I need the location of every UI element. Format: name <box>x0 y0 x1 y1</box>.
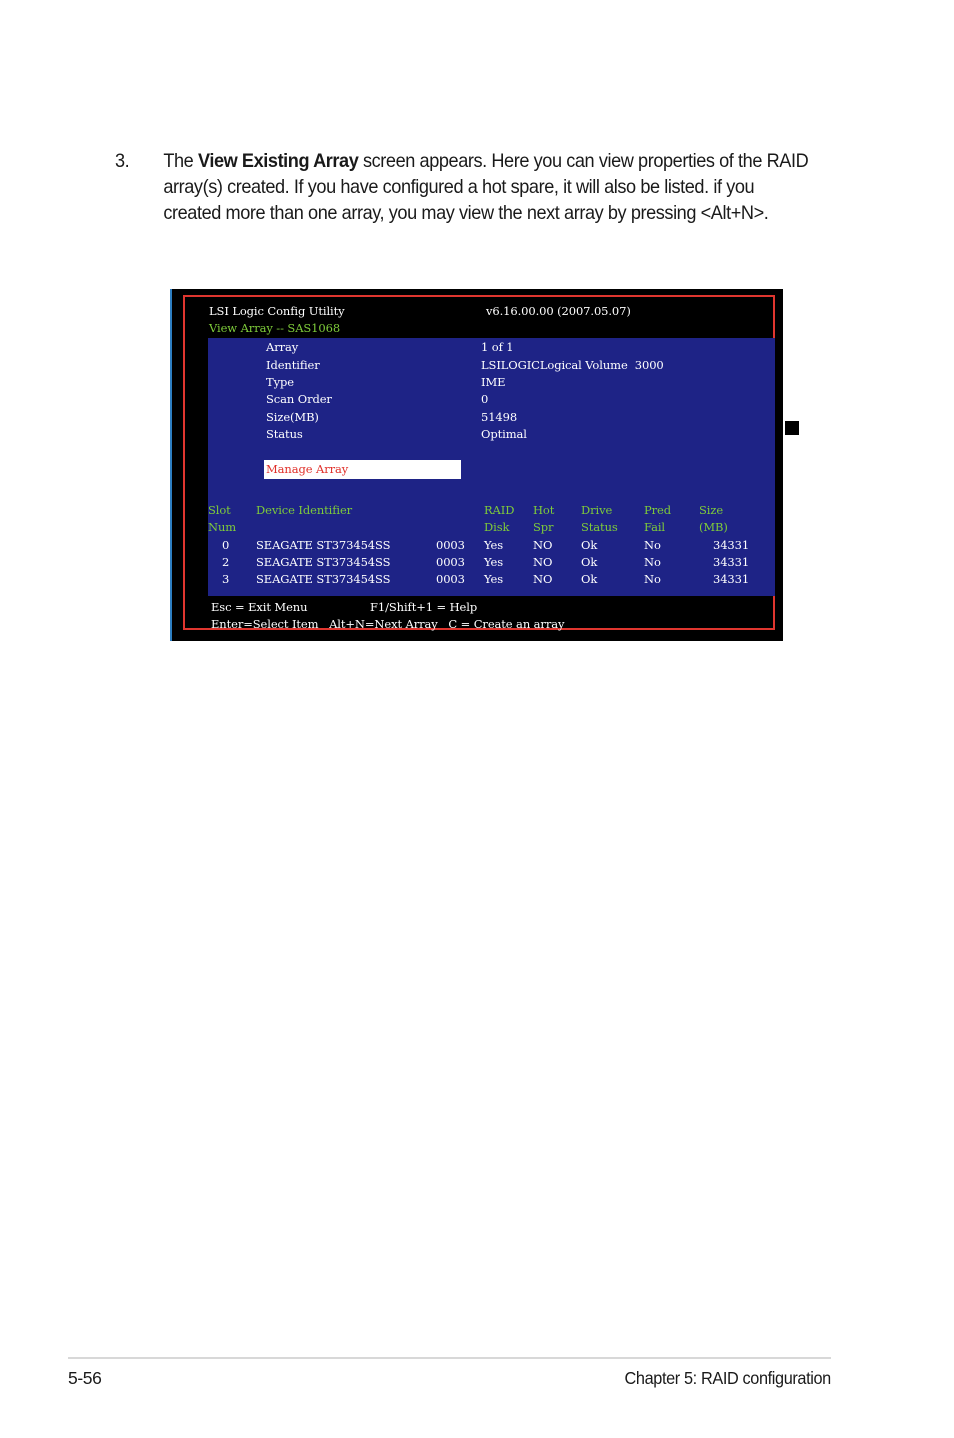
cell-status: Ok <box>581 555 598 569</box>
cell-size: 34331 <box>713 555 750 569</box>
cell-raid: Yes <box>484 572 503 586</box>
col-header-size: Size <box>699 503 724 517</box>
prop-label-type: Type <box>266 375 294 389</box>
col-header-hot: Hot <box>533 503 555 517</box>
cell-hot: NO <box>533 538 553 552</box>
utility-title: LSI Logic Config Utility <box>209 304 345 318</box>
footer-keys-hint: Enter=Select Item Alt+N=Next Array C = C… <box>211 617 565 631</box>
col-header-slot: Slot <box>208 503 231 517</box>
step-text-bold: View Existing Array <box>197 150 359 172</box>
col-header-pred: Pred <box>644 503 672 517</box>
col-header-device: Device Identifier <box>256 503 353 517</box>
utility-frame: LSI Logic Config Utility v6.16.00.00 (20… <box>183 295 799 631</box>
col-header-slot-2: Num <box>208 520 237 534</box>
array-panel: Array 1 of 1 Identifier LSILOGICLogical … <box>208 338 799 613</box>
cell-rev: 0003 <box>436 555 465 569</box>
prop-value-status: Optimal <box>481 427 527 441</box>
utility-version: v6.16.00.00 (2007.05.07) <box>486 304 631 318</box>
prop-value-scan-order: 0 <box>481 392 489 406</box>
col-header-hot-2: Spr <box>533 520 554 534</box>
prop-value-size: 51498 <box>481 410 518 424</box>
prop-label-status: Status <box>266 427 303 441</box>
prop-label-scan-order: Scan Order <box>266 392 332 406</box>
cell-pred: No <box>644 555 661 569</box>
manage-array-button[interactable]: Manage Array <box>264 460 461 479</box>
col-header-drive: Drive <box>581 503 613 517</box>
cell-pred: No <box>644 538 661 552</box>
cell-slot: 3 <box>222 572 230 586</box>
prop-value-array: 1 of 1 <box>481 340 514 354</box>
col-header-raid: RAID <box>484 503 515 517</box>
footer-esc-hint: Esc = Exit Menu <box>211 600 308 614</box>
col-header-raid-2: Disk <box>484 520 510 534</box>
view-subtitle: View Array -- SAS1068 <box>209 321 341 335</box>
col-header-drive-2: Status <box>581 520 618 534</box>
prop-value-type: IME <box>481 375 506 389</box>
prop-label-size: Size(MB) <box>266 410 319 424</box>
page-number: 5-56 <box>68 1368 102 1388</box>
scrollbar[interactable] <box>785 404 799 613</box>
cell-device: SEAGATE ST373454SS <box>256 572 391 586</box>
cell-rev: 0003 <box>436 538 465 552</box>
footer-help-hint: F1/Shift+1 = Help <box>370 600 478 614</box>
col-header-pred-2: Fail <box>644 520 666 534</box>
scrollbar-thumb[interactable] <box>785 421 799 435</box>
cell-hot: NO <box>533 555 553 569</box>
cell-raid: Yes <box>484 538 503 552</box>
cell-status: Ok <box>581 572 598 586</box>
cell-device: SEAGATE ST373454SS <box>256 555 391 569</box>
col-header-size-2: (MB) <box>699 520 728 534</box>
cell-status: Ok <box>581 538 598 552</box>
cell-hot: NO <box>533 572 553 586</box>
cell-device: SEAGATE ST373454SS <box>256 538 391 552</box>
step-text-lead: The <box>163 150 198 172</box>
cell-size: 34331 <box>713 572 750 586</box>
cell-slot: 2 <box>222 555 230 569</box>
cell-rev: 0003 <box>436 572 465 586</box>
cell-pred: No <box>644 572 661 586</box>
step-text: The View Existing Array screen appears. … <box>163 148 814 226</box>
cell-raid: Yes <box>484 555 503 569</box>
prop-label-identifier: Identifier <box>266 358 320 372</box>
step-number: 3. <box>115 150 130 172</box>
footer-divider <box>68 1357 831 1359</box>
prop-value-identifier: LSILOGICLogical Volume 3000 <box>481 358 664 372</box>
cell-size: 34331 <box>713 538 750 552</box>
cell-slot: 0 <box>222 538 230 552</box>
bios-screenshot: LSI Logic Config Utility v6.16.00.00 (20… <box>170 289 799 641</box>
chapter-title: Chapter 5: RAID configuration <box>624 1368 832 1388</box>
prop-label-array: Array <box>266 340 299 354</box>
